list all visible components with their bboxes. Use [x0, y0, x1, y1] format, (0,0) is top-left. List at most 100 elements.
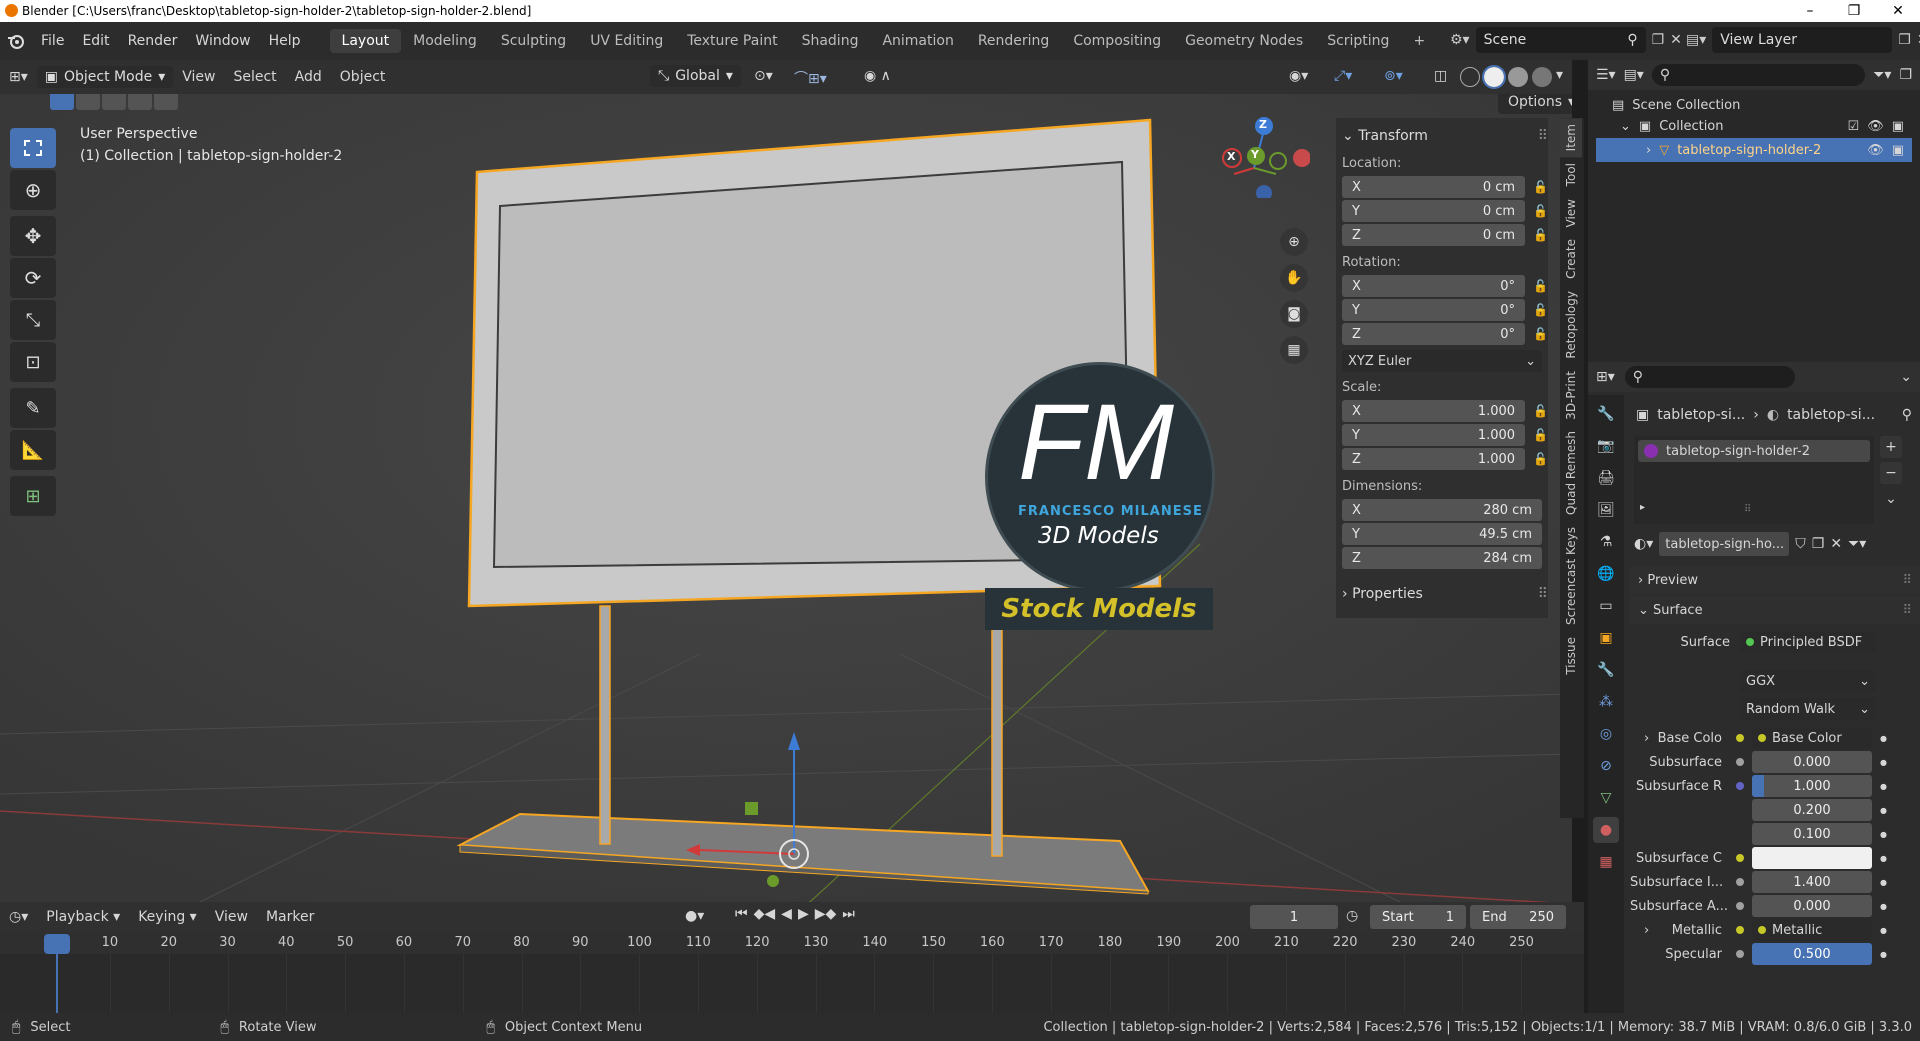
rendered-shading-icon[interactable]	[1532, 67, 1552, 87]
material-shading-icon[interactable]	[1508, 67, 1528, 87]
view-layer-selector[interactable]: View Layer	[1712, 27, 1893, 53]
minimize-button[interactable]: –	[1788, 0, 1832, 22]
select-intersect-icon[interactable]	[154, 94, 178, 110]
eye-icon[interactable]: 👁	[1867, 143, 1884, 158]
slider-field[interactable]: 0.500	[1752, 943, 1872, 965]
socket-icon[interactable]	[1736, 806, 1744, 814]
properties-editor-type-icon[interactable]: ⊞▾	[1596, 369, 1615, 385]
options-dropdown[interactable]: Options ▾	[1498, 94, 1572, 114]
surface-shader-field[interactable]: Principled BSDF	[1740, 631, 1876, 653]
tab-screencast-keys[interactable]: Screencast Keys	[1560, 521, 1582, 631]
socket-icon[interactable]	[1736, 926, 1744, 934]
add-slot-button[interactable]: +	[1880, 436, 1902, 458]
chevron-down-icon[interactable]: ▾	[1556, 67, 1563, 87]
solid-shading-icon[interactable]	[1482, 65, 1506, 89]
socket-icon[interactable]	[1736, 782, 1744, 790]
number-field[interactable]: 0.000	[1752, 895, 1872, 917]
fake-user-icon[interactable]: ⛉	[1795, 536, 1806, 552]
dimension-x-field[interactable]: X 280 cm	[1342, 499, 1542, 521]
render-properties-icon[interactable]: 📷	[1593, 433, 1619, 459]
location-y-field[interactable]: Y 0 cm	[1342, 200, 1526, 222]
annotate-tool[interactable]: ✎	[10, 388, 56, 428]
move-tool[interactable]: ✥	[10, 216, 56, 256]
socket-icon[interactable]	[1736, 902, 1744, 910]
drag-handle-icon[interactable]: ⠿	[1538, 128, 1548, 144]
output-properties-icon[interactable]: 🖨	[1593, 465, 1619, 491]
expand-arrow-icon[interactable]: ›	[1644, 731, 1649, 746]
workspace-tab-compositing[interactable]: Compositing	[1061, 29, 1173, 53]
material-slot-list[interactable]: tabletop-sign-holder-2 ▸ ⠿	[1634, 436, 1874, 524]
workspace-tab-uv-editing[interactable]: UV Editing	[578, 29, 675, 53]
animate-dot-icon[interactable]: ●	[1880, 878, 1887, 887]
maximize-button[interactable]: ❐	[1832, 0, 1876, 22]
tab-3d-print[interactable]: 3D-Print	[1560, 365, 1582, 426]
start-frame-field[interactable]: Start 1	[1370, 905, 1466, 929]
wireframe-shading-icon[interactable]	[1460, 67, 1480, 87]
scale-y-field[interactable]: Y 1.000	[1342, 424, 1526, 446]
expand-arrow-icon[interactable]: ⌄	[1620, 119, 1631, 134]
scale-tool[interactable]: ⤡	[10, 300, 56, 340]
new-scene-icon[interactable]: ❐	[1652, 32, 1665, 48]
outliner-row-object[interactable]: › ▽ tabletop-sign-holder-2 👁 ▣	[1596, 138, 1912, 162]
perspective-grid-icon[interactable]: ▦	[1280, 336, 1308, 364]
drag-handle-icon[interactable]: ⠿	[1538, 586, 1548, 602]
rotation-x-field[interactable]: X 0°	[1342, 275, 1526, 297]
menu-marker[interactable]: Marker	[257, 909, 323, 925]
blender-menu-icon[interactable]	[0, 33, 32, 49]
collection-properties-icon[interactable]: ▭	[1593, 593, 1619, 619]
animate-dot-icon[interactable]: ●	[1880, 806, 1887, 815]
animate-dot-icon[interactable]: ●	[1880, 782, 1887, 791]
workspace-tab-modeling[interactable]: Modeling	[401, 29, 489, 53]
pin-icon[interactable]: ⚲	[1627, 32, 1637, 48]
preview-panel-header[interactable]: › Preview ⠿	[1630, 566, 1920, 594]
rotation-z-field[interactable]: Z 0°	[1342, 323, 1526, 345]
number-field[interactable]: 1.000	[1752, 775, 1872, 797]
constraints-properties-icon[interactable]: ⊘	[1593, 753, 1619, 779]
workspace-tab-layout[interactable]: Layout	[329, 29, 402, 53]
select-box-tool[interactable]	[10, 128, 56, 168]
color-swatch[interactable]	[1752, 847, 1872, 869]
preview-range-icon[interactable]: ◷	[1346, 908, 1358, 924]
close-button[interactable]: ✕	[1876, 0, 1920, 22]
object-properties-icon[interactable]: ▣	[1593, 625, 1619, 651]
distribution-dropdown[interactable]: GGX ⌄	[1740, 670, 1876, 692]
world-properties-icon[interactable]: 🌐	[1593, 561, 1619, 587]
editor-type-icon[interactable]: ⊞▾	[0, 69, 37, 85]
menu-select[interactable]: Select	[224, 69, 285, 85]
outliner-row-collection[interactable]: ⌄ ▣ Collection ☑ 👁 ▣	[1588, 114, 1920, 138]
new-view-layer-icon[interactable]: ❐	[1898, 32, 1911, 48]
end-frame-field[interactable]: End 250	[1470, 905, 1566, 929]
properties-header[interactable]: › Properties ⠿	[1342, 582, 1548, 606]
socket-icon[interactable]	[1736, 950, 1744, 958]
exclude-checkbox[interactable]: ☑	[1848, 119, 1860, 134]
jump-start-icon[interactable]: ⏮	[735, 906, 748, 922]
material-slot-item[interactable]: tabletop-sign-holder-2	[1638, 440, 1870, 462]
material-properties-icon[interactable]: ●	[1593, 817, 1619, 843]
chevron-down-icon[interactable]: ⌄	[1900, 369, 1912, 385]
number-field[interactable]: 0.200	[1752, 799, 1872, 821]
modifier-properties-icon[interactable]: 🔧	[1593, 657, 1619, 683]
gizmo-toggle-icon[interactable]: ⤢▾	[1325, 68, 1361, 84]
scene-selector[interactable]: Scene ⚲	[1475, 27, 1646, 53]
menu-object[interactable]: Object	[331, 69, 395, 85]
unlink-material-icon[interactable]: ✕	[1830, 536, 1842, 552]
outliner-editor-type-icon[interactable]: ☰▾	[1596, 67, 1616, 83]
tool-settings-icon[interactable]: 🔧	[1593, 401, 1619, 427]
particles-properties-icon[interactable]: ⁂	[1593, 689, 1619, 715]
location-z-field[interactable]: Z 0 cm	[1342, 224, 1526, 246]
navigation-gizmo[interactable]: Z Y X	[1210, 108, 1311, 201]
animate-dot-icon[interactable]: ●	[1880, 950, 1887, 959]
lock-icon[interactable]: 🔓	[1533, 404, 1548, 418]
playhead-marker[interactable]	[44, 934, 70, 954]
linked-input-field[interactable]: Metallic	[1752, 919, 1872, 941]
lock-icon[interactable]: 🔓	[1533, 428, 1548, 442]
socket-icon[interactable]	[1736, 734, 1744, 742]
render-camera-icon[interactable]: ▣	[1892, 143, 1904, 158]
number-field[interactable]: 0.100	[1752, 823, 1872, 845]
cursor-tool[interactable]: ⊕	[10, 170, 56, 210]
zoom-icon[interactable]: ⊕	[1280, 228, 1308, 256]
select-difference-icon[interactable]	[128, 94, 152, 110]
animate-dot-icon[interactable]: ●	[1880, 902, 1887, 911]
lock-icon[interactable]: 🔓	[1533, 303, 1548, 317]
next-keyframe-icon[interactable]: ▶◆	[815, 906, 837, 922]
